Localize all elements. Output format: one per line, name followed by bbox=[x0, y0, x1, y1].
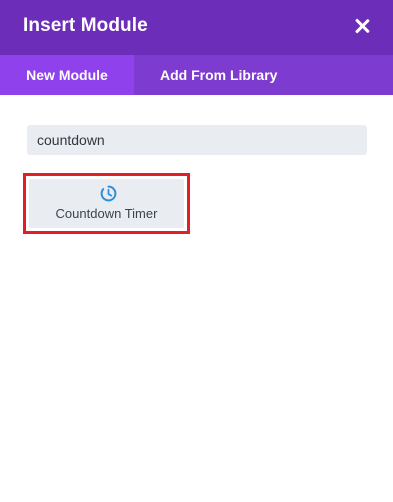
close-icon[interactable] bbox=[351, 15, 373, 37]
countdown-timer-icon bbox=[100, 185, 117, 202]
dialog-header: Insert Module bbox=[0, 0, 393, 55]
tab-bar: New Module Add From Library bbox=[0, 55, 393, 95]
module-search-input[interactable] bbox=[27, 125, 367, 155]
tab-add-from-library[interactable]: Add From Library bbox=[160, 55, 277, 95]
countdown-timer-module-button[interactable]: Countdown Timer bbox=[29, 179, 184, 228]
dialog-title: Insert Module bbox=[23, 15, 148, 36]
tab-new-module[interactable]: New Module bbox=[0, 55, 134, 95]
module-highlight-frame: Countdown Timer bbox=[23, 173, 190, 234]
module-label: Countdown Timer bbox=[55, 206, 158, 221]
insert-module-dialog: Insert Module New Module Add From Librar… bbox=[0, 0, 393, 502]
